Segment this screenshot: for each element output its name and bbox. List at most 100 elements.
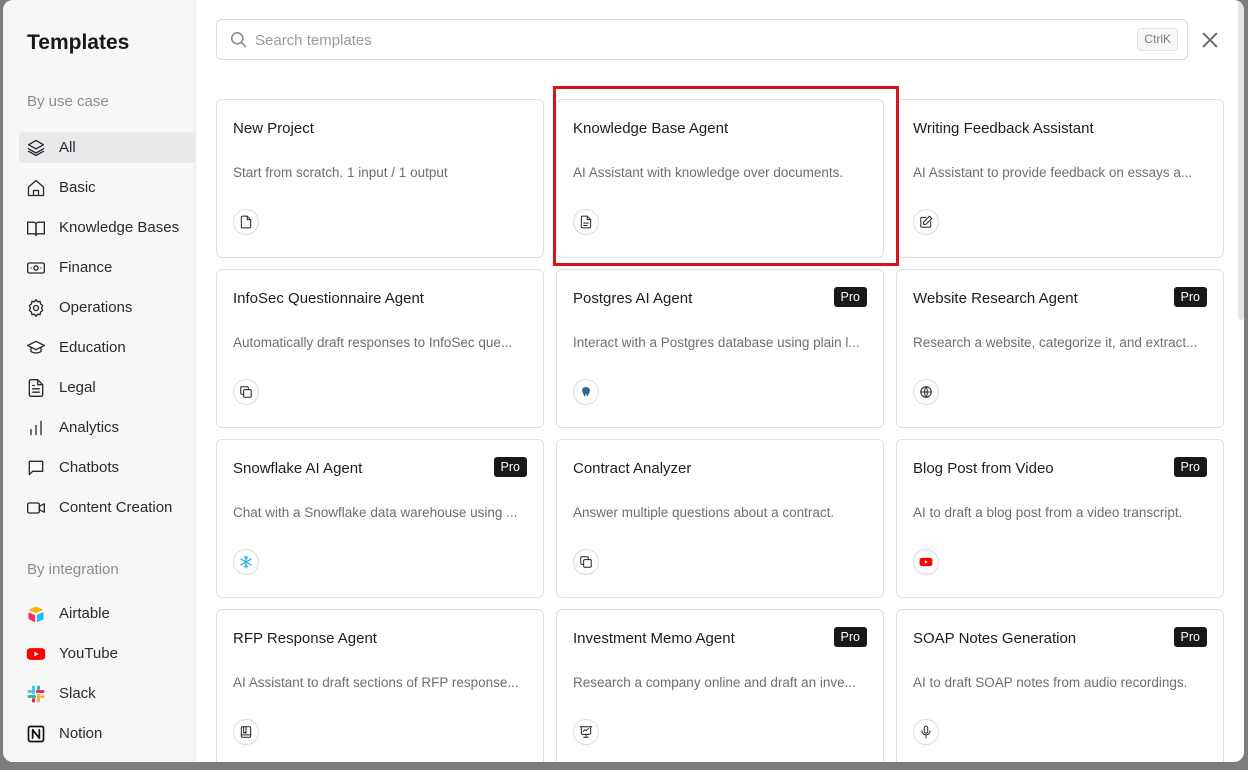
- card-description: Interact with a Postgres database using …: [573, 335, 860, 350]
- postgres-icon: [573, 379, 599, 405]
- card-title: New Project: [233, 120, 314, 137]
- sidebar: Templates By use case All Basic Knowledg…: [3, 0, 196, 762]
- card-description: AI Assistant to draft sections of RFP re…: [233, 675, 519, 690]
- pro-badge: Pro: [833, 627, 867, 647]
- pro-badge: Pro: [1173, 457, 1207, 477]
- bar-chart-icon: [25, 417, 47, 439]
- card-title: Contract Analyzer: [573, 460, 692, 477]
- template-card-website-research-agent[interactable]: Website Research Agent Pro Research a we…: [896, 269, 1224, 428]
- sidebar-item-label: Slack: [59, 685, 96, 702]
- sidebar-item-analytics[interactable]: Analytics: [19, 412, 196, 443]
- search-input[interactable]: [255, 28, 1115, 52]
- card-title: Knowledge Base Agent: [573, 120, 729, 137]
- document-icon: [25, 377, 47, 399]
- sidebar-item-notion[interactable]: Notion: [19, 718, 196, 749]
- youtube-icon: [913, 549, 939, 575]
- sidebar-item-label: Knowledge Bases: [59, 219, 180, 236]
- pro-badge: Pro: [833, 287, 867, 307]
- notion-icon: [25, 723, 47, 745]
- sidebar-item-finance[interactable]: Finance: [19, 252, 196, 283]
- sidebar-item-label: YouTube: [59, 645, 118, 662]
- template-card-blog-post-from-video[interactable]: Blog Post from Video Pro AI to draft a b…: [896, 439, 1224, 598]
- sidebar-item-label: Content Creation: [59, 499, 173, 516]
- template-card-knowledge-base-agent[interactable]: Knowledge Base Agent AI Assistant with k…: [556, 99, 884, 258]
- use-case-heading: By use case: [27, 93, 109, 110]
- youtube-icon: [25, 643, 47, 665]
- sidebar-item-label: Education: [59, 339, 126, 356]
- sidebar-title: Templates: [27, 31, 130, 54]
- template-card-postgres-ai-agent[interactable]: Postgres AI Agent Pro Interact with a Po…: [556, 269, 884, 428]
- card-description: Research a website, categorize it, and e…: [913, 335, 1198, 350]
- sidebar-item-label: Analytics: [59, 419, 120, 436]
- card-title: SOAP Notes Generation: [913, 630, 1077, 647]
- presentation-icon: [573, 719, 599, 745]
- sidebar-item-operations[interactable]: Operations: [19, 292, 196, 323]
- banknote-icon: [25, 257, 47, 279]
- graduation-cap-icon: [25, 337, 47, 359]
- sidebar-item-youtube[interactable]: YouTube: [19, 638, 196, 669]
- template-card-new-project[interactable]: New Project Start from scratch. 1 input …: [216, 99, 544, 258]
- chat-icon: [25, 457, 47, 479]
- card-description: Answer multiple questions about a contra…: [573, 505, 835, 520]
- snowflake-icon: [233, 549, 259, 575]
- sidebar-item-label: Legal: [59, 379, 96, 396]
- layers-icon: [25, 137, 47, 159]
- search-box: CtrlK: [216, 19, 1188, 60]
- card-title: Writing Feedback Assistant: [913, 120, 1094, 137]
- microphone-icon: [913, 719, 939, 745]
- card-description: AI Assistant with knowledge over documen…: [573, 165, 844, 180]
- airtable-icon: [25, 603, 47, 625]
- shortcut-hint: CtrlK: [1137, 28, 1178, 51]
- template-card-contract-analyzer[interactable]: Contract Analyzer Answer multiple questi…: [556, 439, 884, 598]
- video-icon: [25, 497, 47, 519]
- card-description: AI to draft a blog post from a video tra…: [913, 505, 1183, 520]
- close-icon[interactable]: [1199, 29, 1221, 51]
- card-description: Research a company online and draft an i…: [573, 675, 856, 690]
- file-text-icon: [573, 209, 599, 235]
- copy-icon: [573, 549, 599, 575]
- sidebar-item-content-creation[interactable]: Content Creation: [19, 492, 196, 523]
- sidebar-item-chatbots[interactable]: Chatbots: [19, 452, 196, 483]
- templates-modal: Templates By use case All Basic Knowledg…: [3, 0, 1244, 762]
- slack-icon: [25, 683, 47, 705]
- pro-badge: Pro: [1173, 287, 1207, 307]
- gear-icon: [25, 297, 47, 319]
- search-icon: [229, 30, 248, 54]
- sidebar-item-legal[interactable]: Legal: [19, 372, 196, 403]
- book-square-icon: [233, 719, 259, 745]
- globe-icon: [913, 379, 939, 405]
- template-card-rfp-response-agent[interactable]: RFP Response Agent AI Assistant to draft…: [216, 609, 544, 762]
- copy-icon: [233, 379, 259, 405]
- scrollbar[interactable]: [1238, 0, 1244, 320]
- sidebar-item-all[interactable]: All: [19, 132, 196, 163]
- template-card-soap-notes-generation[interactable]: SOAP Notes Generation Pro AI to draft SO…: [896, 609, 1224, 762]
- sidebar-item-label: Chatbots: [59, 459, 120, 476]
- template-card-infosec-questionnaire-agent[interactable]: InfoSec Questionnaire Agent Automaticall…: [216, 269, 544, 428]
- sidebar-item-label: Operations: [59, 299, 133, 316]
- card-description: AI Assistant to provide feedback on essa…: [913, 165, 1193, 180]
- book-icon: [25, 217, 47, 239]
- card-title: Blog Post from Video: [913, 460, 1054, 477]
- pro-badge: Pro: [493, 457, 527, 477]
- template-card-investment-memo-agent[interactable]: Investment Memo Agent Pro Research a com…: [556, 609, 884, 762]
- sidebar-item-label: Basic: [59, 179, 96, 196]
- sidebar-item-education[interactable]: Education: [19, 332, 196, 363]
- sidebar-item-label: Airtable: [59, 605, 110, 622]
- card-title: Website Research Agent: [913, 290, 1078, 307]
- card-description: Start from scratch. 1 input / 1 output: [233, 165, 448, 180]
- sidebar-item-airtable[interactable]: Airtable: [19, 598, 196, 629]
- card-description: Chat with a Snowflake data warehouse usi…: [233, 505, 518, 520]
- sidebar-item-basic[interactable]: Basic: [19, 172, 196, 203]
- sidebar-item-slack[interactable]: Slack: [19, 678, 196, 709]
- template-card-snowflake-ai-agent[interactable]: Snowflake AI Agent Pro Chat with a Snowf…: [216, 439, 544, 598]
- sidebar-item-label: All: [59, 139, 76, 156]
- home-icon: [25, 177, 47, 199]
- pro-badge: Pro: [1173, 627, 1207, 647]
- card-title: Postgres AI Agent: [573, 290, 693, 307]
- sidebar-item-knowledge-bases[interactable]: Knowledge Bases: [19, 212, 196, 243]
- sidebar-item-label: Finance: [59, 259, 113, 276]
- template-card-writing-feedback-assistant[interactable]: Writing Feedback Assistant AI Assistant …: [896, 99, 1224, 258]
- pencil-icon: [913, 209, 939, 235]
- card-title: Snowflake AI Agent: [233, 460, 363, 477]
- integration-heading: By integration: [27, 561, 119, 578]
